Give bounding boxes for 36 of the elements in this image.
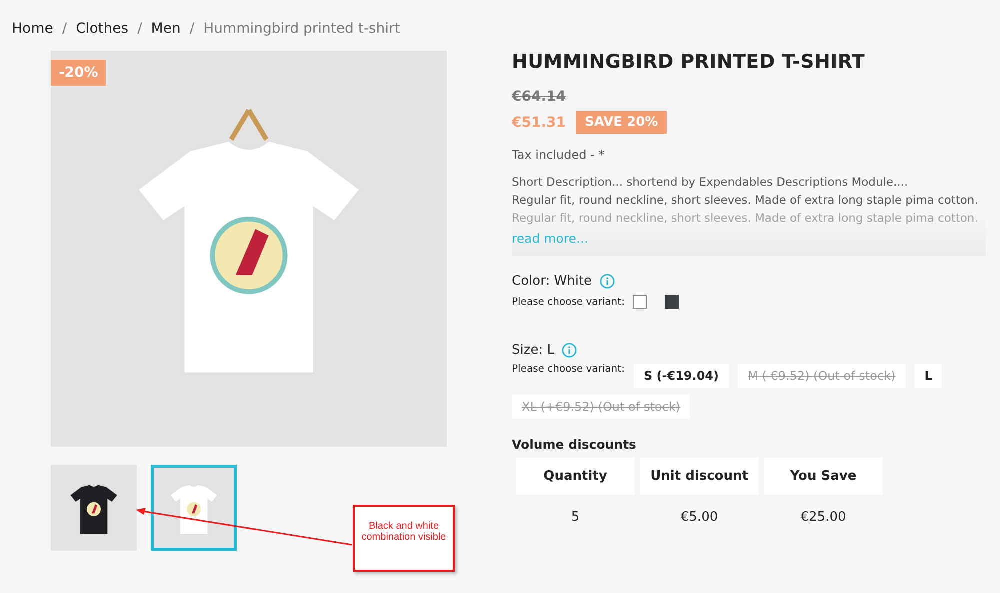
variant-hint: Please choose variant: [512, 364, 625, 375]
size-option[interactable]: S (-€19.04) [634, 364, 730, 388]
size-option[interactable]: L [914, 364, 942, 388]
tax-note: Tax included - * [512, 148, 606, 162]
variant-hint: Please choose variant: [512, 296, 625, 308]
breadcrumb-link[interactable]: Clothes [76, 21, 129, 37]
description-line: Regular fit, round neckline, short sleeves. Made of extra long staple pima cotton. [512, 210, 980, 227]
description-line: Short Description... shortend by Expendables Descriptions Module.... [512, 174, 910, 191]
column-header: Quantity [516, 458, 635, 495]
size-label: Size: L [512, 343, 554, 358]
breadcrumb-separator: / [62, 21, 68, 37]
info-icon[interactable] [600, 274, 616, 289]
breadcrumb-separator: / [138, 21, 142, 37]
info-icon[interactable] [562, 343, 578, 358]
price: €51.31 [512, 114, 566, 130]
color-label: Color: White [512, 274, 592, 289]
breadcrumb-link[interactable]: Hummingbird printed t-shirt [204, 21, 400, 37]
discount-badge: -20% [51, 60, 106, 86]
table-cell-text: €5.00 [680, 508, 720, 526]
breadcrumb-separator: / [190, 21, 195, 37]
color-swatch[interactable] [664, 295, 679, 309]
volume-discounts-title: Volume discounts [512, 437, 638, 452]
old-price: €64.14 [512, 89, 568, 105]
product-title: HUMMINGBIRD PRINTED T-SHIRT [512, 51, 866, 73]
thumbnail[interactable] [51, 465, 137, 551]
breadcrumb-link[interactable]: Home [12, 21, 54, 37]
color-swatch[interactable] [632, 295, 647, 309]
thumbnail[interactable] [151, 465, 237, 551]
column-header: You Save [764, 458, 883, 495]
column-header: Unit discount [640, 458, 759, 495]
save-badge: SAVE 20% [576, 111, 668, 134]
annotation-callout: Black and white combination visible [353, 505, 455, 572]
breadcrumb-link[interactable]: Men [151, 21, 181, 37]
table-cell-text: 5 [570, 508, 581, 526]
description-line: Regular fit, round neckline, short sleeves. Made of extra long staple pima cotton. [512, 192, 980, 209]
table-cell-text: €25.00 [800, 508, 848, 526]
